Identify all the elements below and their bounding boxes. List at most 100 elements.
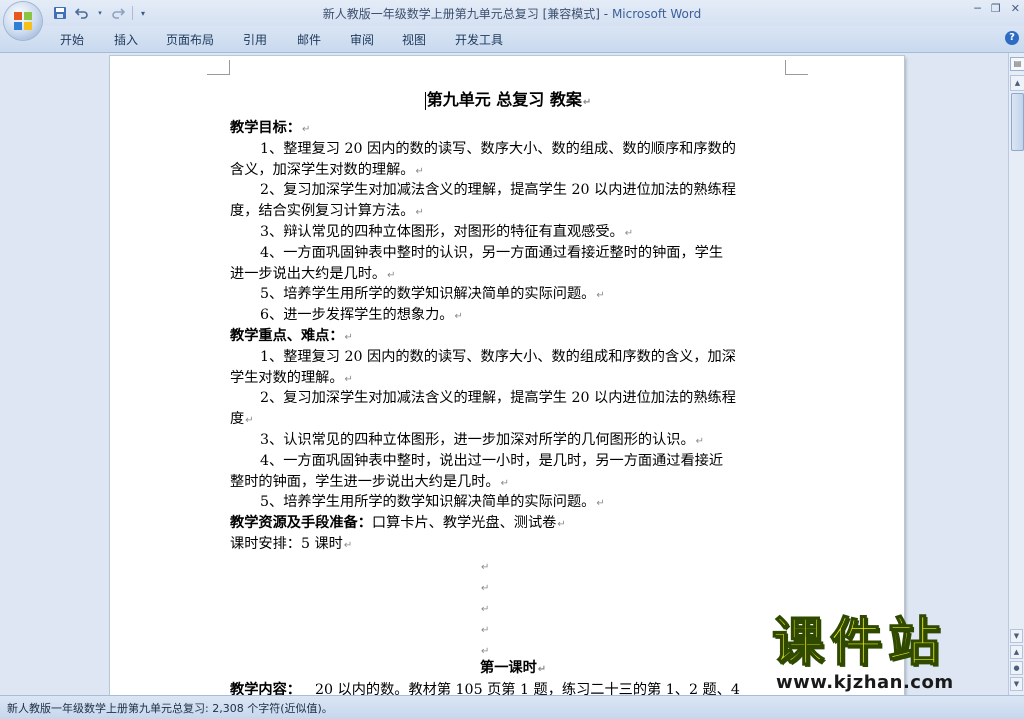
document-line-text: 教学目标： <box>230 120 301 136</box>
ruler-toggle-icon[interactable]: ▤ <box>1010 57 1024 71</box>
document-line-text: 1、整理复习 20 因内的数的读写、数序大小、数的组成和序数的含义，加深 <box>260 348 736 365</box>
close-button[interactable]: ✕ <box>1011 2 1020 15</box>
office-logo-icon <box>13 11 33 31</box>
vertical-scrollbar[interactable]: ▤ ▲ ▼ ▲ ● ▼ <box>1008 53 1024 695</box>
status-bar: 新人教版一年级数学上册第九单元总复习: 2,308 个字符(近似值)。 <box>0 695 1024 719</box>
tab-review[interactable]: 审阅 <box>350 31 374 48</box>
document-line-text: 6、进一步发挥学生的想象力。 <box>260 307 454 324</box>
paragraph-mark-icon: ↵ <box>344 373 353 385</box>
document-line-text: 2、复习加深学生对加减法含义的理解，提高学生 20 以内进位加法的熟练程 <box>260 182 736 199</box>
document-line-text: 含义，加深学生对数的理解。 <box>230 161 415 178</box>
document-line-text: 课时安排：5 课时 <box>230 536 343 552</box>
paragraph-mark-icon: ↵ <box>245 415 254 427</box>
document-line: 教学目标：↵ <box>230 118 310 138</box>
lesson-subtitle-text: 第一课时 <box>480 660 537 676</box>
document-line-text: 5、培养学生用所学的数学知识解决简单的实际问题。 <box>260 286 596 303</box>
watermark-logo: 课件站 www.kjzhan.com <box>771 612 1012 696</box>
title-bar: ▾ ▾ 新人教版一年级数学上册第九单元总复习 [兼容模式] - Microsof… <box>0 0 1024 26</box>
document-line: 度，结合实例复习计算方法。↵ <box>230 201 424 221</box>
document-line: 2、复习加深学生对加减法含义的理解，提高学生 20 以内进位加法的熟练程 <box>230 388 736 408</box>
document-line: 4、一方面巩固钟表中整时，说出过一小时，是几时，另一方面通过看接近 <box>230 451 723 471</box>
paragraph-mark-icon: ↵ <box>415 207 424 219</box>
paragraph-mark-icon: ↵ <box>387 269 396 281</box>
window-title: 新人教版一年级数学上册第九单元总复习 [兼容模式] - Microsoft Wo… <box>0 5 1024 22</box>
paragraph-mark-icon: ↵ <box>557 519 566 531</box>
margin-corner-right <box>785 60 808 75</box>
paragraph-mark-icon: ↵ <box>500 477 509 489</box>
empty-paragraph: ↵ <box>480 577 489 597</box>
document-line: 6、进一步发挥学生的想象力。↵ <box>230 305 463 325</box>
document-line-bold: 教学内容： <box>230 682 301 695</box>
document-line-text: 进一步说出大约是几时。 <box>230 265 387 282</box>
document-line-text: 度 <box>230 411 245 428</box>
document-line: 3、辩认常见的四种立体图形，对图形的特征有直观感受。↵ <box>230 222 633 242</box>
tab-mailings[interactable]: 邮件 <box>297 31 321 48</box>
document-line: 5、培养学生用所学的数学知识解决简单的实际问题。↵ <box>230 492 605 512</box>
document-line-text: 度，结合实例复习计算方法。 <box>230 203 415 220</box>
tab-page-layout[interactable]: 页面布局 <box>166 31 214 48</box>
tab-view[interactable]: 视图 <box>402 31 426 48</box>
tab-home[interactable]: 开始 <box>60 31 84 48</box>
watermark-title: 课件站 <box>771 612 947 674</box>
paragraph-mark-icon: ↵ <box>624 228 634 239</box>
paragraph-mark-icon: ↵ <box>596 290 605 302</box>
document-line: 1、整理复习 20 因内的数的读写、数序大小、数的组成和序数的含义，加深 <box>230 347 736 367</box>
document-line: 5、培养学生用所学的数学知识解决简单的实际问题。↵ <box>230 284 605 304</box>
document-line-text: 5、培养学生用所学的数学知识解决简单的实际问题。 <box>260 494 596 511</box>
document-line: 教学内容： 20 以内的数。教材第 105 页第 1 题，练习二十三的第 1、2 … <box>230 680 740 695</box>
minimize-button[interactable]: ─ <box>974 2 981 15</box>
document-title: 第九单元 总复习 教案↵ <box>230 86 786 110</box>
document-line-text: 口算卡片、教学光盘、测试卷 <box>371 515 557 532</box>
document-line: 教学资源及手段准备：口算卡片、教学光盘、测试卷↵ <box>230 513 566 533</box>
document-line-text: 学生对数的理解。 <box>230 369 344 386</box>
tab-developer[interactable]: 开发工具 <box>455 31 503 48</box>
document-line-bold: 教学资源及手段准备： <box>230 515 372 532</box>
window-controls: ─ ❐ ✕ <box>974 2 1020 15</box>
document-line: 课时安排：5 课时↵ <box>230 534 352 554</box>
document-line: 教学重点、难点：↵ <box>230 326 353 346</box>
office-button[interactable] <box>4 2 42 40</box>
paragraph-mark-icon: ↵ <box>596 498 605 510</box>
text-cursor <box>424 91 426 110</box>
watermark-url: www.kjzhan.com <box>776 672 954 693</box>
document-work-area: 第九单元 总复习 教案↵ 教学目标：↵ 1、整理复习 20 因内的数的读写、数序大小… <box>0 53 1008 695</box>
restore-button[interactable]: ❐ <box>991 2 1001 15</box>
scroll-up-icon[interactable]: ▲ <box>1010 75 1024 91</box>
paragraph-mark-icon: ↵ <box>301 124 311 135</box>
document-line-text: 整时的钟面，学生进一步说出大约是几时。 <box>230 473 500 490</box>
paragraph-mark-icon: ↵ <box>454 311 463 323</box>
tab-insert[interactable]: 插入 <box>114 31 138 48</box>
document-line: 4、一方面巩固钟表中整时的认识，另一方面通过看接近整时的钟面，学生 <box>230 243 723 263</box>
help-icon[interactable]: ? <box>1005 31 1019 45</box>
scroll-thumb[interactable] <box>1011 93 1024 151</box>
document-page[interactable]: 第九单元 总复习 教案↵ 教学目标：↵ 1、整理复习 20 因内的数的读写、数序大小… <box>110 56 904 695</box>
document-line-text: 20 以内的数。教材第 105 页第 1 题，练习二十三的第 1、2 题、4 <box>314 682 740 695</box>
paragraph-mark-icon: ↵ <box>481 625 490 636</box>
document-line-text: 4、一方面巩固钟表中整时，说出过一小时，是几时，另一方面通过看接近 <box>260 452 724 469</box>
document-line-text: 教学重点、难点： <box>230 328 344 344</box>
document-line: 含义，加深学生对数的理解。↵ <box>230 160 424 180</box>
paragraph-mark-icon: ↵ <box>481 646 490 657</box>
document-line-text: 1、整理复习 20 因内的数的读写、数序大小、数的组成、数的顺序和序数的 <box>260 140 736 157</box>
document-title-text: 第九单元 总复习 教案 <box>426 90 582 109</box>
paragraph-mark-icon: ↵ <box>481 583 490 594</box>
paragraph-mark-icon: ↵ <box>343 540 353 551</box>
document-line: 学生对数的理解。↵ <box>230 368 353 388</box>
document-line: 1、整理复习 20 因内的数的读写、数序大小、数的组成、数的顺序和序数的 <box>230 139 736 159</box>
empty-paragraph: ↵ <box>480 556 489 576</box>
margin-corner-left <box>207 60 230 75</box>
tab-references[interactable]: 引用 <box>243 31 267 48</box>
lesson-subtitle: 第一课时↵ <box>480 658 546 678</box>
document-line: 2、复习加深学生对加减法含义的理解，提高学生 20 以内进位加法的熟练程 <box>230 180 736 200</box>
paragraph-mark-icon: ↵ <box>582 97 592 108</box>
document-line: 进一步说出大约是几时。↵ <box>230 264 395 284</box>
app-name: Microsoft Word <box>611 7 702 21</box>
document-line: 整时的钟面，学生进一步说出大约是几时。↵ <box>230 472 509 492</box>
document-line-text: 3、认识常见的四种立体图形，进一步加深对所学的几何图形的认识。 <box>260 432 695 448</box>
paragraph-mark-icon: ↵ <box>537 664 547 675</box>
paragraph-mark-icon: ↵ <box>695 436 705 447</box>
paragraph-mark-icon: ↵ <box>481 562 490 573</box>
empty-paragraph: ↵ <box>480 640 489 660</box>
empty-paragraph: ↵ <box>480 598 489 618</box>
title-separator: - <box>599 7 612 21</box>
